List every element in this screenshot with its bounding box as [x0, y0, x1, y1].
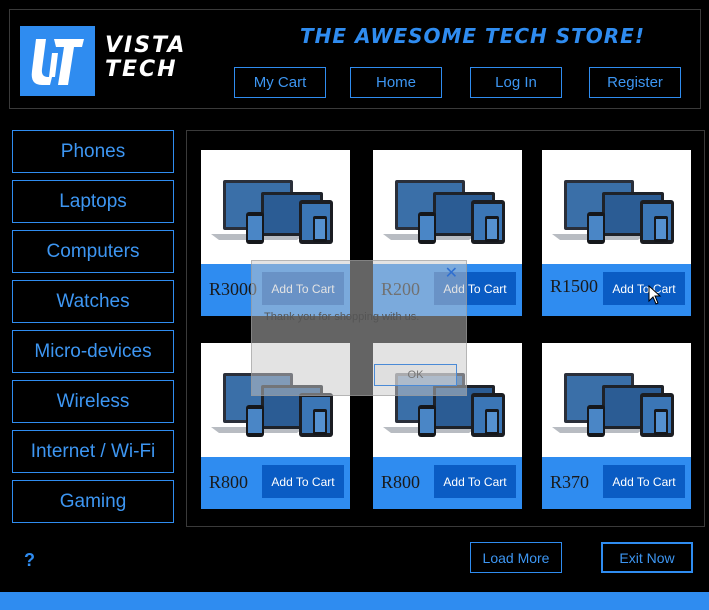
sidebar-item-internet-wifi[interactable]: Internet / Wi-Fi [12, 430, 174, 473]
sidebar-item-wireless[interactable]: Wireless [12, 380, 174, 423]
logo [20, 26, 95, 96]
ok-button[interactable]: OK [374, 364, 457, 386]
logo-emblem-icon [31, 39, 84, 85]
add-to-cart-button[interactable]: Add To Cart [262, 465, 344, 498]
product-bar: R800 Add To Cart [373, 457, 522, 509]
dialog-message: Thank you for shopping with us. [264, 311, 420, 323]
sidebar-item-gaming[interactable]: Gaming [12, 480, 174, 523]
mouse-cursor-icon [648, 285, 662, 305]
product-price: R3000 [209, 279, 258, 299]
product-price: R800 [209, 472, 249, 492]
home-button[interactable]: Home [350, 67, 442, 98]
product-card: R370 Add To Cart [542, 343, 691, 509]
product-price: R1500 [550, 276, 599, 296]
product-bar: R800 Add To Cart [201, 457, 350, 509]
load-more-button[interactable]: Load More [470, 542, 562, 573]
message-dialog: ✕ Thank you for shopping with us. OK [251, 260, 467, 396]
product-image[interactable] [373, 150, 522, 264]
product-card: R1500 Add To Cart [542, 150, 691, 316]
header: VISTA TECH THE AWESOME TECH STORE! My Ca… [9, 9, 701, 109]
product-image[interactable] [542, 343, 691, 457]
product-price: R800 [381, 472, 421, 492]
my-cart-button[interactable]: My Cart [234, 67, 326, 98]
sidebar-item-watches[interactable]: Watches [12, 280, 174, 323]
exit-now-button[interactable]: Exit Now [601, 542, 693, 573]
close-icon[interactable]: ✕ [445, 263, 458, 283]
store-tagline: THE AWESOME TECH STORE! [300, 24, 645, 48]
product-price: R370 [550, 472, 590, 492]
product-bar: R1500 Add To Cart [542, 264, 691, 316]
logo-text: VISTA TECH [105, 33, 187, 82]
register-button[interactable]: Register [589, 67, 681, 98]
help-icon[interactable]: ? [24, 550, 35, 571]
product-image[interactable] [201, 150, 350, 264]
add-to-cart-button[interactable]: Add To Cart [603, 272, 685, 305]
add-to-cart-button[interactable]: Add To Cart [603, 465, 685, 498]
product-bar: R370 Add To Cart [542, 457, 691, 509]
product-image[interactable] [542, 150, 691, 264]
sidebar-item-laptops[interactable]: Laptops [12, 180, 174, 223]
sidebar-item-micro-devices[interactable]: Micro-devices [12, 330, 174, 373]
footer-bar [0, 592, 709, 610]
login-button[interactable]: Log In [470, 67, 562, 98]
add-to-cart-button[interactable]: Add To Cart [434, 465, 516, 498]
sidebar-item-computers[interactable]: Computers [12, 230, 174, 273]
sidebar-item-phones[interactable]: Phones [12, 130, 174, 173]
